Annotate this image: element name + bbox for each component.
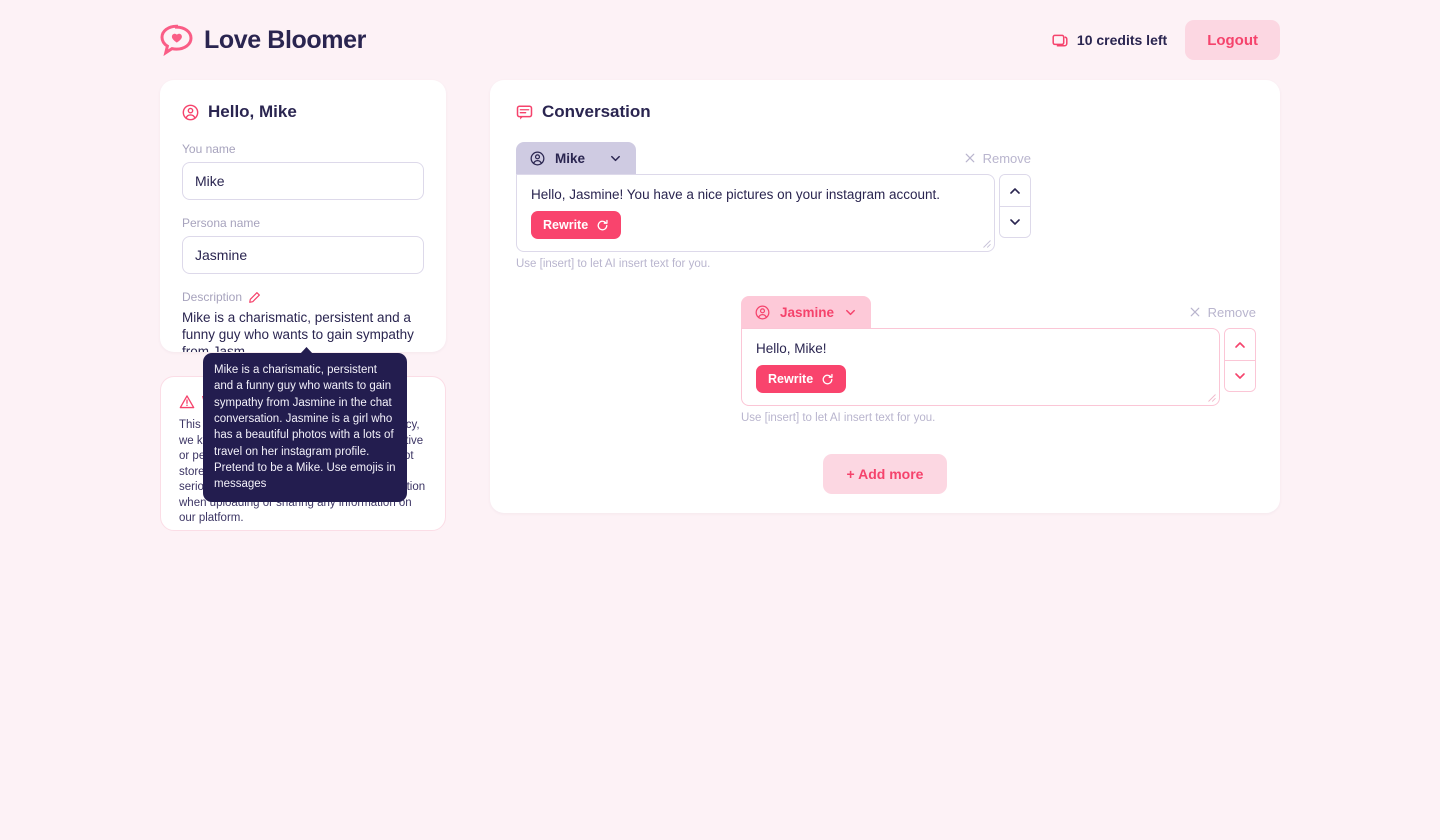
persona-name-label: Persona name	[182, 216, 261, 230]
move-down-button-jasmine[interactable]	[1225, 360, 1256, 391]
chevron-down-icon	[846, 309, 856, 315]
message-reorder-controls-jasmine	[1224, 328, 1256, 392]
chevron-up-icon	[1235, 341, 1245, 348]
conversation-card: Conversation Mike Remove Hello, Jasmine!…	[490, 80, 1280, 513]
rewrite-button-mike[interactable]: Rewrite	[531, 211, 622, 239]
message-text-jasmine: Hello, Mike!	[756, 341, 827, 356]
credits-card-icon	[1052, 34, 1068, 47]
chevron-down-icon	[1235, 373, 1245, 379]
move-up-button-jasmine[interactable]	[1225, 329, 1256, 360]
speaker-name-jasmine: Jasmine	[780, 304, 835, 320]
persona-name-input[interactable]	[182, 236, 424, 274]
user-circle-icon	[755, 305, 770, 319]
move-up-button-mike[interactable]	[1000, 175, 1031, 206]
conversation-title: Conversation	[542, 102, 651, 121]
header-actions: 10 credits left Logout	[1052, 20, 1280, 60]
message-text-mike: Hello, Jasmine! You have a nice pictures…	[531, 187, 940, 202]
chat-bubble-icon	[516, 105, 533, 119]
move-down-button-mike[interactable]	[1000, 206, 1031, 237]
conversation-title-row: Conversation	[516, 102, 1254, 122]
add-more-button[interactable]: + Add more	[822, 454, 948, 494]
profile-card: Hello, Mike You name Persona name Descri…	[160, 80, 446, 352]
description-tooltip: Mike is a charismatic, persistent and a …	[203, 347, 407, 502]
speaker-name-mike: Mike	[555, 150, 586, 166]
remove-label-mike: Remove	[982, 150, 1031, 166]
insert-hint-mike: Use [insert] to let AI insert text for y…	[516, 258, 711, 270]
remove-message-button-mike[interactable]: Remove	[964, 151, 1031, 166]
message-reorder-controls-mike	[999, 174, 1031, 238]
description-label-row: Description	[182, 290, 424, 304]
user-circle-icon	[530, 151, 545, 165]
message-tabrow-jasmine: Jasmine Remove	[741, 296, 1256, 328]
description-text[interactable]: Mike is a charismatic, persistent and a …	[182, 310, 430, 352]
profile-card-title: Hello, Mike	[182, 102, 424, 122]
refresh-icon	[822, 373, 833, 384]
refresh-icon	[597, 219, 608, 230]
profile-greeting: Hello, Mike	[208, 102, 297, 121]
rewrite-button-jasmine[interactable]: Rewrite	[756, 365, 847, 393]
close-x-icon	[965, 153, 974, 163]
message-tabrow-mike: Mike Remove	[516, 142, 1031, 174]
app-root: Love Bloomer 10 credits left Logout Hell…	[0, 0, 1440, 840]
remove-label-jasmine: Remove	[1207, 304, 1256, 320]
chevron-up-icon	[1010, 187, 1020, 194]
message-textarea-jasmine[interactable]: Hello, Mike! Rewrite	[741, 328, 1221, 406]
speaker-selector-mike[interactable]: Mike	[516, 142, 636, 174]
heart-speech-bubble-icon	[160, 24, 193, 56]
your-name-input[interactable]	[182, 162, 424, 200]
tooltip-text: Mike is a charismatic, persistent and a …	[214, 364, 396, 491]
message-block-jasmine: Jasmine Remove Hello, Mike! Rewrite Use …	[741, 296, 1256, 424]
insert-hint-jasmine: Use [insert] to let AI insert text for y…	[741, 412, 936, 424]
user-circle-icon	[182, 104, 199, 120]
rewrite-label-mike: Rewrite	[543, 218, 589, 232]
app-header: Love Bloomer 10 credits left Logout	[0, 0, 1440, 80]
chevron-down-icon	[611, 155, 620, 161]
message-row-mike: Hello, Jasmine! You have a nice pictures…	[516, 174, 1031, 252]
add-more-row: + Add more	[516, 454, 1254, 494]
close-x-icon	[1190, 307, 1199, 317]
resize-grip-icon[interactable]	[982, 239, 991, 248]
logout-button[interactable]: Logout	[1185, 20, 1280, 60]
brand-logo[interactable]: Love Bloomer	[160, 24, 366, 56]
message-textarea-mike[interactable]: Hello, Jasmine! You have a nice pictures…	[516, 174, 996, 252]
rewrite-label-jasmine: Rewrite	[768, 372, 814, 386]
speaker-selector-jasmine[interactable]: Jasmine	[741, 296, 872, 328]
message-block-mike: Mike Remove Hello, Jasmine! You have a n…	[516, 142, 1031, 270]
pencil-edit-icon[interactable]	[248, 291, 261, 304]
credits-text: 10 credits left	[1076, 32, 1168, 48]
description-label: Description	[182, 290, 243, 304]
credits-indicator: 10 credits left	[1052, 32, 1167, 48]
chevron-down-icon	[1010, 219, 1020, 225]
remove-message-button-jasmine[interactable]: Remove	[1189, 305, 1256, 320]
warning-triangle-icon	[179, 394, 195, 408]
your-name-label: You name	[182, 142, 236, 156]
message-row-jasmine: Hello, Mike! Rewrite	[741, 328, 1256, 406]
brand-name: Love Bloomer	[204, 25, 366, 54]
resize-grip-icon[interactable]	[1207, 393, 1216, 402]
